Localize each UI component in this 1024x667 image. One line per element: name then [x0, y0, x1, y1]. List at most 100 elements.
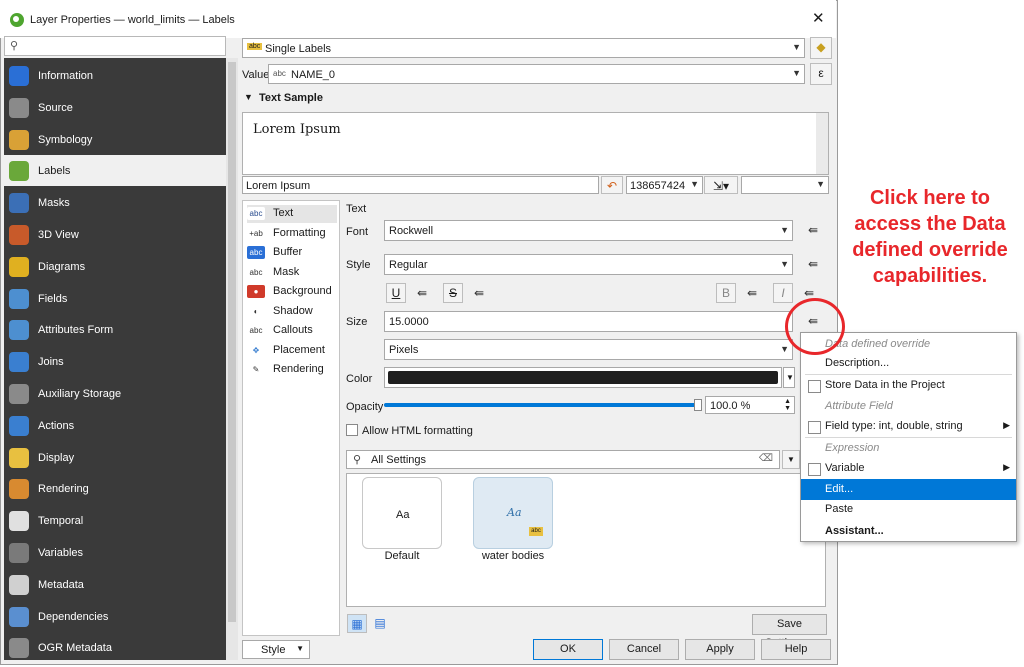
color-dropdown[interactable]: ▼ — [783, 367, 795, 388]
chevron-down-icon: ▼ — [786, 373, 794, 382]
menu-checkbox[interactable] — [808, 421, 821, 434]
single-labels-icon: abc — [247, 43, 263, 50]
background-color-select[interactable]: ▼ — [741, 176, 829, 194]
sidebar-item-auxiliary-storage[interactable]: Auxiliary Storage — [4, 378, 226, 409]
tree-item-text[interactable]: abc Text — [247, 205, 337, 223]
menu-item-store-data-in-the-project[interactable]: Store Data in the Project — [801, 375, 1016, 396]
strikethrough-button[interactable]: S — [443, 283, 463, 303]
allow-html-label: Allow HTML formatting — [362, 425, 473, 437]
style-menu-button[interactable]: Style ▼ — [242, 640, 310, 659]
tree-item-callouts[interactable]: abc Callouts — [247, 322, 337, 340]
scale-select[interactable]: 138657424 ▼ — [626, 176, 703, 194]
cancel-button[interactable]: Cancel — [609, 639, 679, 660]
tree-item-label: Rendering — [273, 363, 324, 375]
sidebar-search-input[interactable]: ⚲ — [4, 36, 226, 56]
size-unit-select[interactable]: Pixels ▼ — [384, 339, 793, 360]
menu-checkbox[interactable] — [808, 380, 821, 393]
style-data-defined-button[interactable]: ⇚ — [802, 254, 824, 274]
spin-arrows-icon: ▲ ▼ — [784, 398, 791, 412]
ok-button[interactable]: OK — [533, 639, 603, 660]
tree-item-rendering[interactable]: ✎ Rendering — [247, 361, 337, 379]
preview-scrollbar[interactable] — [816, 113, 828, 174]
tree-item-mask[interactable]: abc Mask — [247, 264, 337, 282]
font-select[interactable]: Rockwell ▼ — [384, 220, 793, 241]
sidebar-item-rendering[interactable]: Rendering — [4, 473, 226, 504]
tree-item-placement[interactable]: ✥ Placement — [247, 342, 337, 360]
menu-item-expression: Expression — [801, 438, 1016, 459]
opacity-handle[interactable] — [694, 399, 702, 411]
sidebar-item-attributes-form[interactable]: Attributes Form — [4, 314, 226, 345]
sidebar-item-fields[interactable]: Fields — [4, 283, 226, 314]
sidebar-item-masks[interactable]: Masks — [4, 187, 226, 218]
underline-button[interactable]: U — [386, 283, 406, 303]
tree-item-shadow[interactable]: ◐ Shadow — [247, 303, 337, 321]
highlight-circle — [785, 298, 845, 355]
sidebar-item-variables[interactable]: Variables — [4, 537, 226, 568]
strikethrough-data-defined-button[interactable]: ⇚ — [468, 283, 490, 303]
style-search-dropdown[interactable]: ▼ — [782, 450, 800, 469]
dependencies-icon — [9, 606, 29, 627]
style-item-water-bodies[interactable]: Aa abc — [473, 477, 553, 549]
rule-based-labeling-button[interactable]: ◆ — [810, 37, 832, 59]
sidebar-scrollbar[interactable] — [226, 58, 238, 660]
menu-item-label: Description... — [825, 357, 890, 369]
expression-button[interactable]: ε — [810, 63, 832, 85]
sidebar-item-dependencies[interactable]: Dependencies — [4, 601, 226, 632]
sidebar-item-diagrams[interactable]: Diagrams — [4, 251, 226, 282]
save-settings-button[interactable]: Save Settings... — [752, 614, 827, 649]
opacity-spinbox[interactable]: 100.0 % ▲ ▼ — [705, 396, 795, 414]
sidebar-item-symbology[interactable]: Symbology — [4, 124, 226, 155]
sidebar-item-source[interactable]: Source — [4, 92, 226, 123]
list-icon: ▤ — [374, 616, 386, 630]
close-button[interactable]: ✕ — [812, 11, 825, 26]
font-data-defined-button[interactable]: ⇚ — [802, 220, 824, 240]
menu-item-paste[interactable]: Paste — [801, 499, 1016, 520]
menu-item-edit[interactable]: Edit... — [801, 479, 1016, 500]
sidebar-item-actions[interactable]: Actions — [4, 410, 226, 441]
style-item-default[interactable]: Aa — [362, 477, 442, 549]
sidebar-item-temporal[interactable]: Temporal — [4, 505, 226, 536]
sidebar-item-label: Dependencies — [38, 610, 109, 623]
tree-item-label: Mask — [273, 265, 300, 278]
value-field-select[interactable]: abc NAME_0 ▼ — [268, 64, 805, 84]
reset-sample-button[interactable]: ↶ — [601, 176, 623, 194]
allow-html-checkbox[interactable] — [346, 424, 358, 436]
icon-view-button[interactable]: ▦ — [347, 614, 367, 633]
underline-data-defined-button[interactable]: ⇚ — [411, 283, 433, 303]
sidebar-item-labels[interactable]: Labels — [4, 155, 226, 187]
bold-data-defined-button[interactable]: ⇚ — [741, 283, 763, 303]
clear-icon[interactable]: ⌫ — [759, 453, 773, 464]
size-spinbox[interactable]: 15.0000 — [384, 311, 793, 332]
tree-item-buffer[interactable]: abc Buffer — [247, 244, 337, 262]
collapse-icon[interactable]: ▼ — [244, 92, 253, 102]
sidebar-item-display[interactable]: Display — [4, 442, 226, 473]
tree-item-formatting[interactable]: +ab Formatting — [247, 225, 337, 243]
style-search-input[interactable]: ⚲ All Settings ⌫ — [346, 450, 780, 469]
sidebar-item-information[interactable]: Information — [4, 60, 226, 91]
bold-button[interactable]: B — [716, 283, 736, 303]
sample-text-input[interactable]: Lorem Ipsum — [242, 176, 599, 194]
list-view-button[interactable]: ▤ — [370, 614, 390, 633]
sidebar-item-3d-view[interactable]: 3D View — [4, 219, 226, 250]
menu-item-description[interactable]: Description... — [801, 353, 1016, 374]
style-select[interactable]: Regular ▼ — [384, 254, 793, 275]
sidebar-item-metadata[interactable]: Metadata — [4, 569, 226, 600]
apply-button[interactable]: Apply — [685, 639, 755, 660]
map-scale-button[interactable]: ⇲▾ — [704, 176, 738, 194]
color-button[interactable] — [384, 367, 782, 388]
menu-checkbox[interactable] — [808, 463, 821, 476]
menu-item-field-type-int-double-string[interactable]: Field type: int, double, string ▶ — [801, 416, 1016, 437]
menu-item-variable[interactable]: Variable ▶ — [801, 458, 1016, 479]
opacity-slider[interactable] — [384, 399, 702, 411]
menu-item-assistant[interactable]: Assistant... — [801, 521, 1016, 542]
sidebar-item-joins[interactable]: Joins — [4, 346, 226, 377]
search-icon: ⚲ — [10, 40, 19, 52]
sidebar-item-label: 3D View — [38, 229, 79, 241]
italic-button[interactable]: I — [773, 283, 793, 303]
tree-item-background[interactable]: ● Background — [247, 283, 337, 301]
help-button[interactable]: Help — [761, 639, 831, 660]
sidebar-item-ogr-metadata[interactable]: OGR Metadata — [4, 632, 226, 663]
menu-separator — [805, 374, 1012, 375]
label-mode-select[interactable]: abc Single Labels ▼ — [242, 38, 805, 58]
data-defined-override-menu: Data defined override Description... Store… — [800, 332, 1017, 542]
